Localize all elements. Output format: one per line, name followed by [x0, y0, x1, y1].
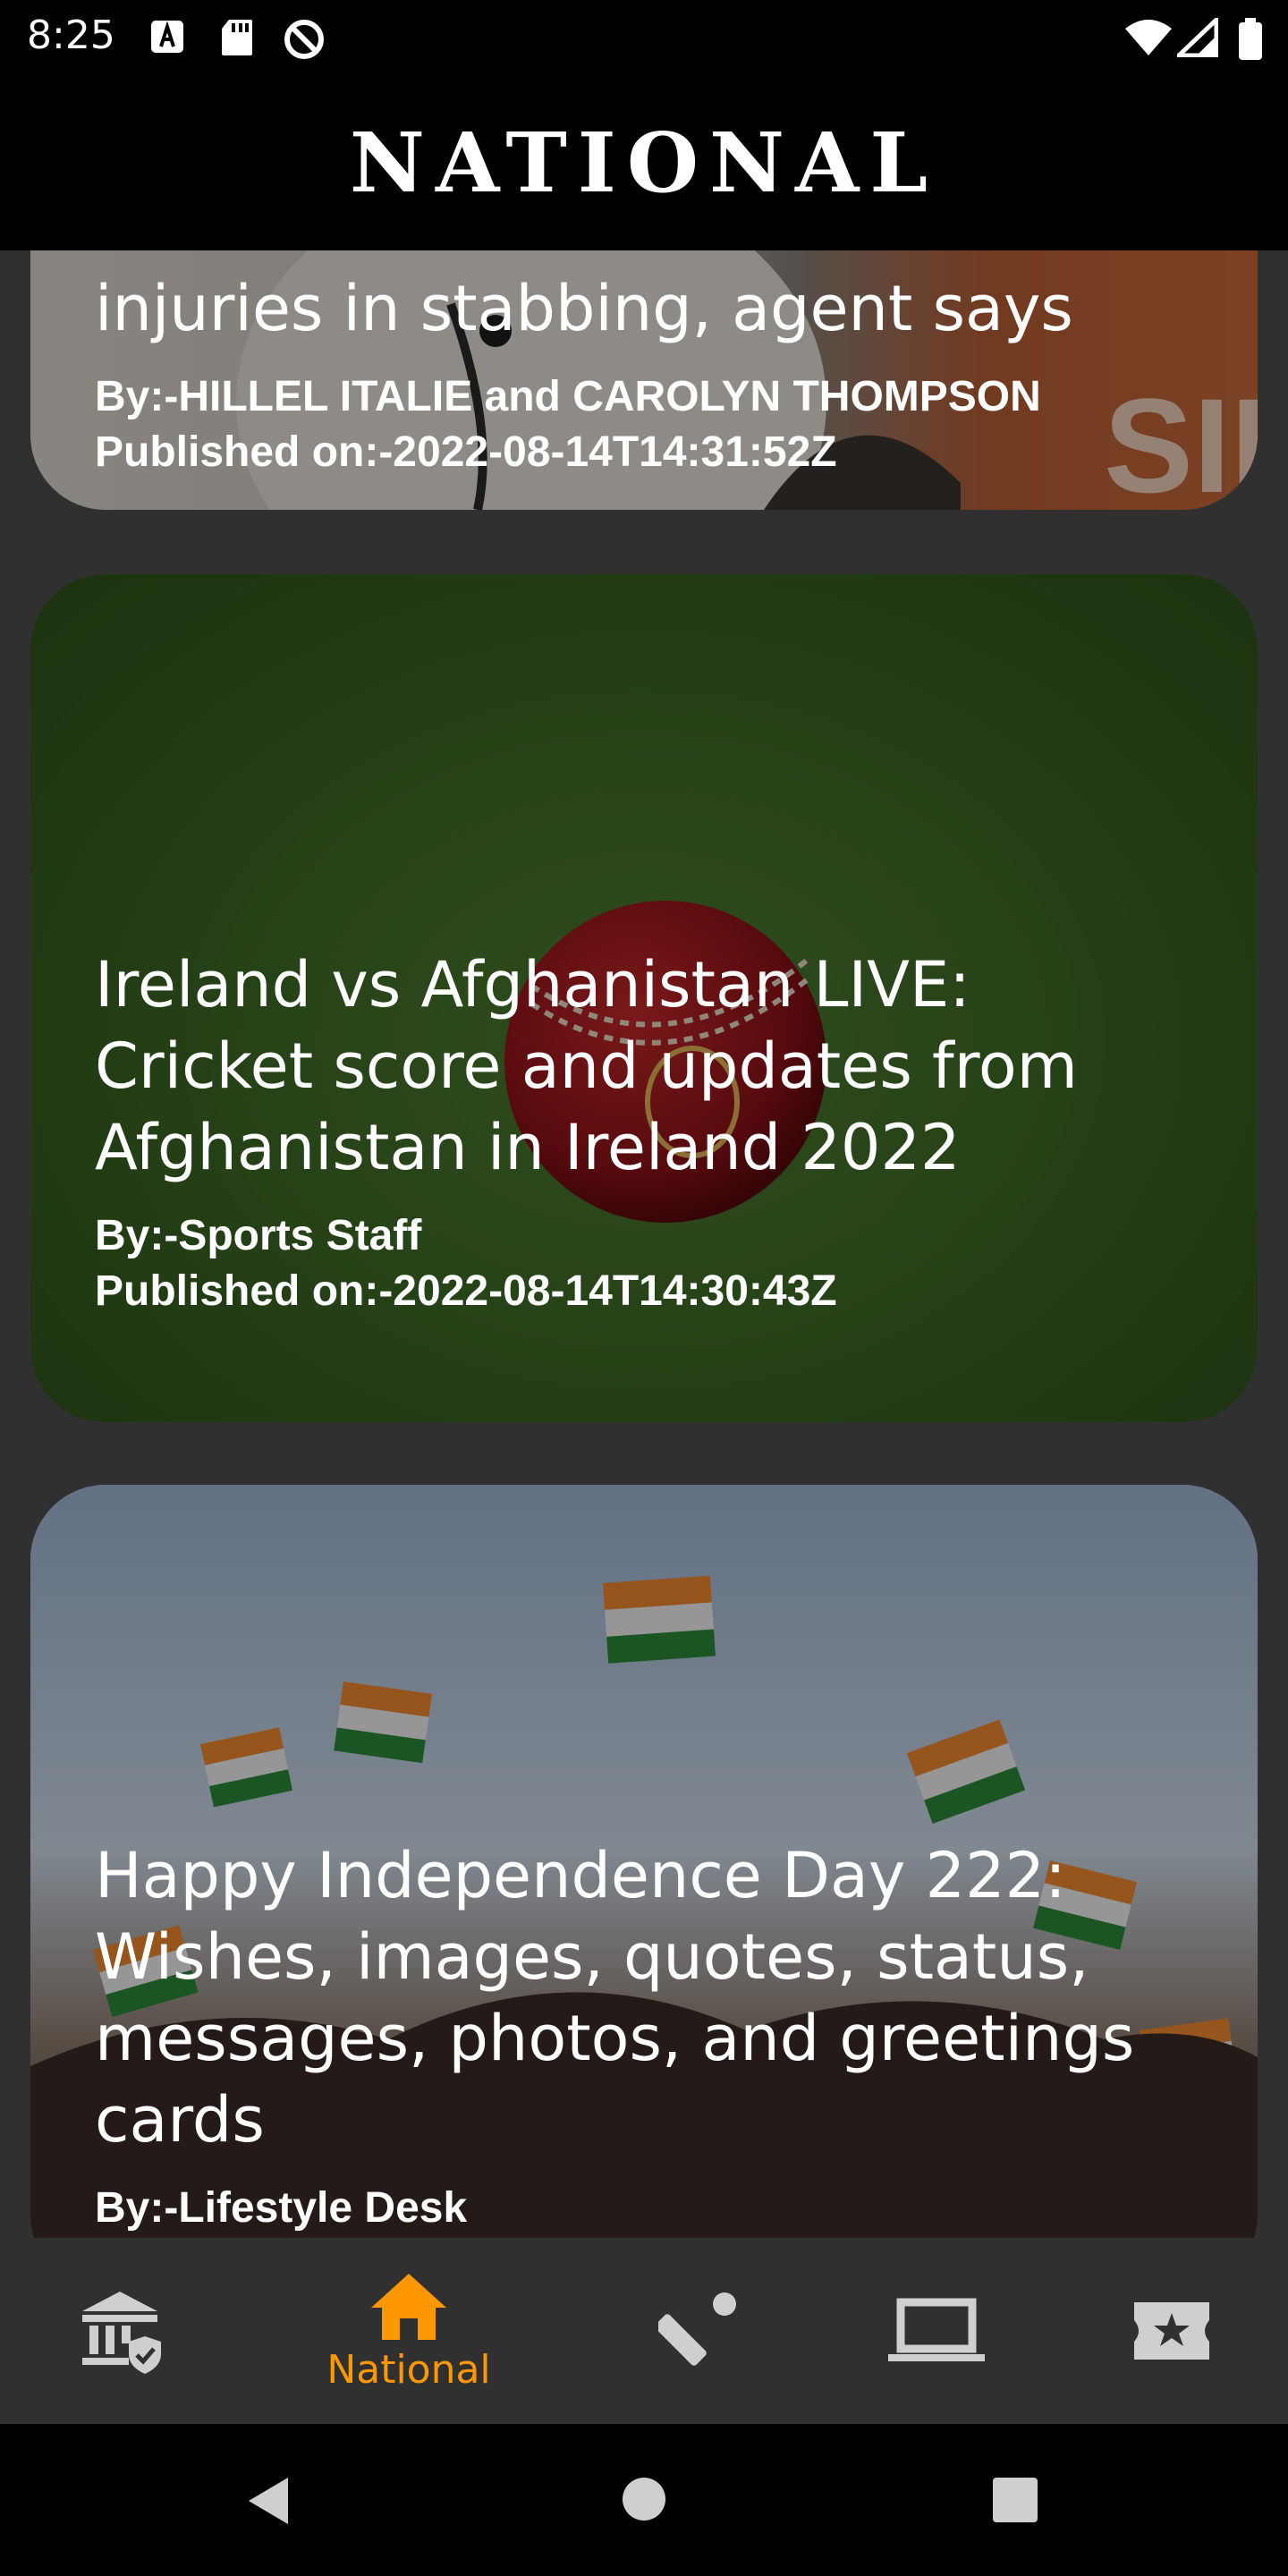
- status-time: 8:25: [27, 13, 115, 58]
- battery-icon: [1239, 18, 1262, 60]
- news-feed[interactable]: SIP injuries in stabbing, agent says By:…: [0, 250, 1288, 2238]
- article-published: Published on:-2022-08-14T14:31:52Z: [95, 428, 837, 476]
- cricket-icon: [658, 2292, 736, 2366]
- article-published: Published on:-2022-08-14T14:30:43Z: [95, 1267, 837, 1315]
- status-bar: 8:25: [0, 0, 1288, 75]
- laptop-icon: [888, 2298, 985, 2361]
- page-title: NATIONAL: [349, 114, 939, 211]
- system-navigation-bar: [0, 2424, 1288, 2576]
- nav-item-national[interactable]: National: [315, 2238, 503, 2424]
- article-card[interactable]: Ireland vs Afghanistan LIVE: Cricket sco…: [30, 574, 1258, 1422]
- recents-icon[interactable]: [993, 2478, 1038, 2522]
- nav-item-sports[interactable]: [657, 2238, 746, 2424]
- article-author: By:-HILLEL ITALIE and CAROLYN THOMPSON: [95, 373, 1041, 420]
- article-headline: Happy Independence Day 222: Wishes, imag…: [95, 1839, 1135, 2157]
- nav-item-entertainment[interactable]: [1125, 2238, 1218, 2424]
- article-headline: Ireland vs Afghanistan LIVE: Cricket sco…: [95, 948, 1078, 1184]
- sd-card-icon: [222, 20, 252, 55]
- nav-item-politics[interactable]: [68, 2238, 175, 2424]
- home-icon: [371, 2273, 446, 2340]
- do-not-disturb-icon: [284, 20, 324, 59]
- home-circle-icon[interactable]: [621, 2476, 667, 2522]
- article-card[interactable]: Happy Independence Day 222: Wishes, imag…: [30, 1485, 1258, 2238]
- app-bar: NATIONAL: [0, 75, 1288, 250]
- keyboard-notification-icon: [151, 21, 183, 53]
- nav-item-technology[interactable]: [886, 2238, 987, 2424]
- bottom-navigation: National: [0, 2238, 1288, 2424]
- article-author: By:-Lifestyle Desk: [95, 2184, 468, 2232]
- bank-shield-icon: [82, 2292, 161, 2374]
- wifi-icon: [1125, 20, 1172, 55]
- ticket-star-icon: [1134, 2302, 1209, 2360]
- cellular-signal-icon: [1177, 18, 1218, 57]
- back-icon[interactable]: [242, 2474, 295, 2528]
- article-author: By:-Sports Staff: [95, 1212, 422, 1259]
- article-headline: injuries in stabbing, agent says: [95, 272, 1073, 345]
- nav-label-national: National: [326, 2346, 491, 2393]
- article-card[interactable]: SIP injuries in stabbing, agent says By:…: [30, 250, 1258, 510]
